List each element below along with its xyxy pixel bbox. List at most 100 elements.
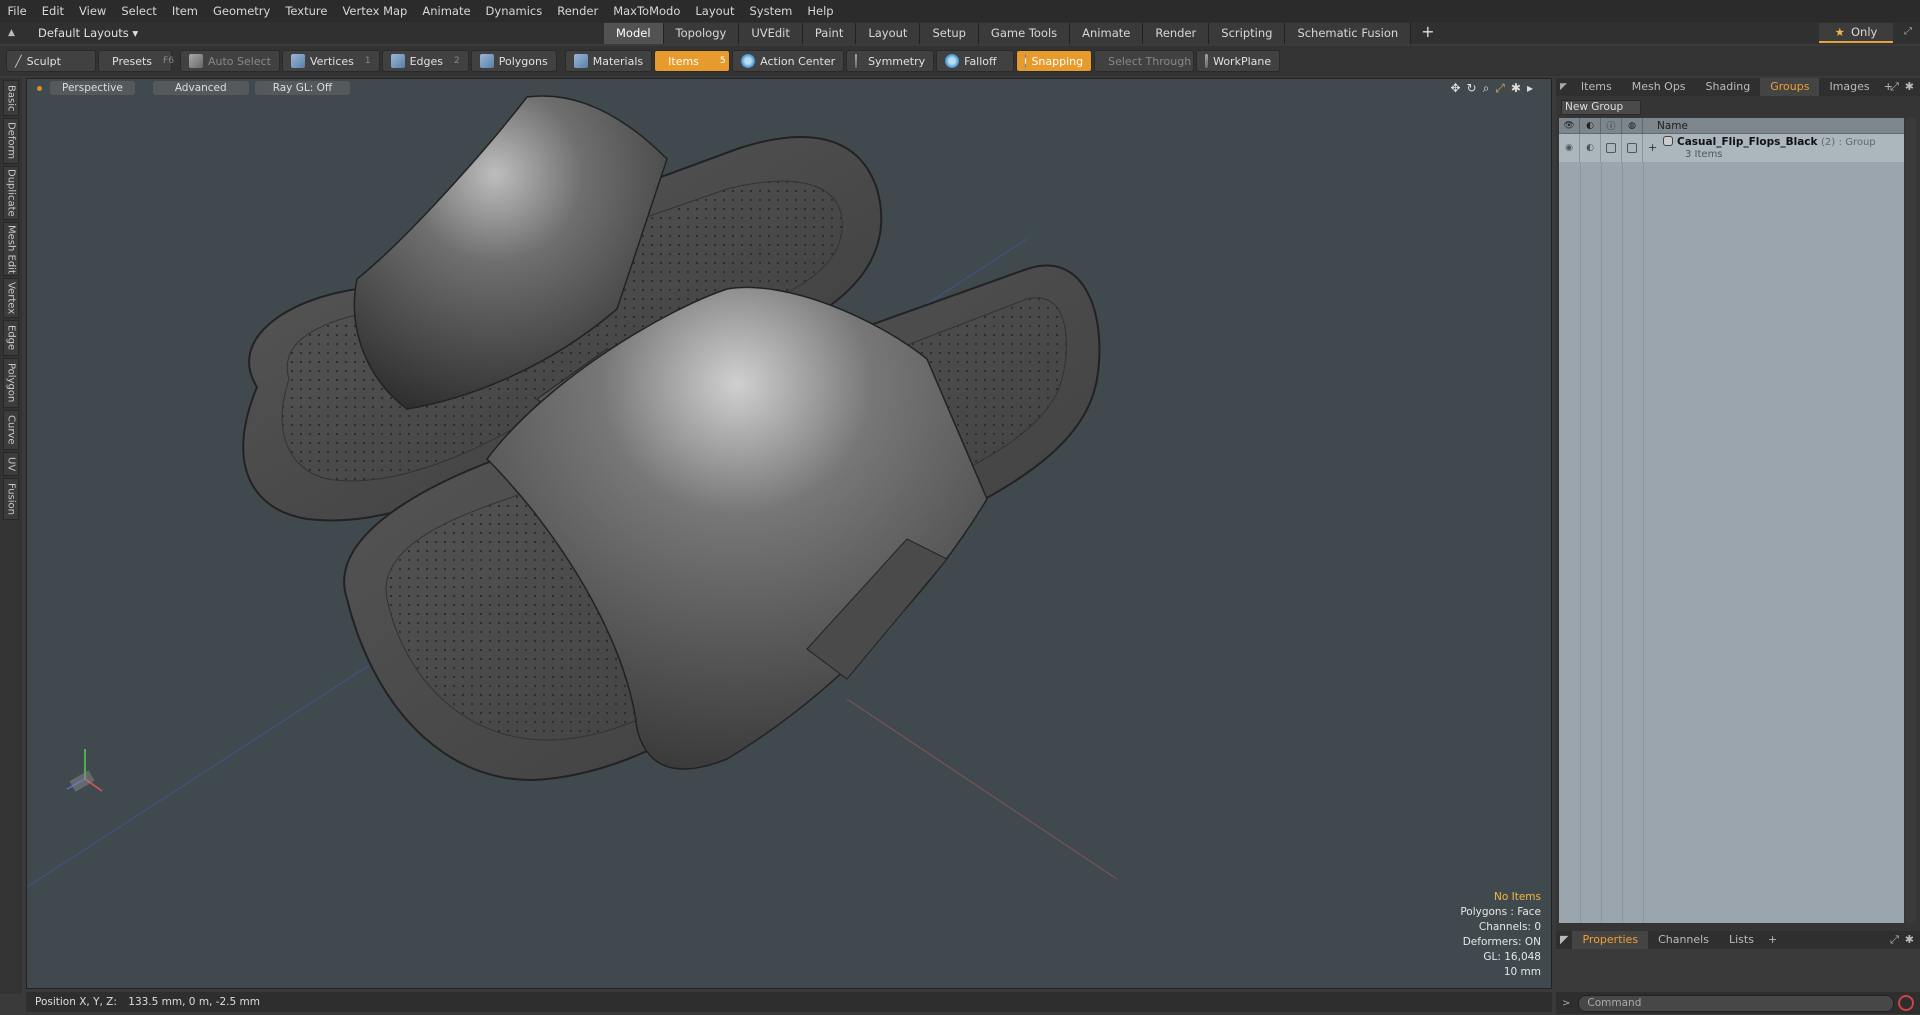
tab-render[interactable]: Render (1143, 23, 1210, 44)
menu-texture[interactable]: Texture (278, 0, 335, 22)
viewport-canvas[interactable] (27, 79, 1552, 989)
tab-mesh-ops[interactable]: Mesh Ops (1622, 78, 1696, 96)
vtab-curve[interactable]: Curve (3, 410, 19, 450)
tab-scripting[interactable]: Scripting (1209, 23, 1286, 44)
tab-topology[interactable]: Topology (663, 23, 740, 44)
command-arrow-icon[interactable]: > (1562, 998, 1570, 1009)
sculpt-button[interactable]: ╱ Sculpt (6, 50, 96, 72)
maximize-icon[interactable]: ⤢ (1495, 81, 1505, 96)
panel-gear-icon[interactable]: ✱ (1905, 80, 1914, 94)
deformers-info: Deformers: ON (1462, 936, 1541, 948)
add-tab-icon-2[interactable]: + (1764, 931, 1781, 949)
vtab-edge[interactable]: Edge (3, 320, 19, 356)
tab-channels[interactable]: Channels (1648, 931, 1719, 949)
menu-file[interactable]: File (0, 0, 34, 22)
vtab-duplicate[interactable]: Duplicate (3, 166, 19, 220)
panel-gear-icon-2[interactable]: ✱ (1905, 933, 1914, 947)
group-row[interactable]: ◉ ◐ + Casual_Flip_Flops_Black (2) : Grou… (1559, 134, 1904, 162)
expand-panel-icon[interactable]: ⤢ (1890, 80, 1899, 94)
tab-paint[interactable]: Paint (802, 23, 857, 44)
render-col-icon[interactable]: ◐ (1580, 117, 1601, 134)
tab-properties[interactable]: Properties (1572, 931, 1649, 949)
expand-panel-icon-2[interactable]: ⤢ (1890, 933, 1899, 947)
rotate-icon[interactable]: ↻ (1467, 81, 1477, 96)
vtab-deform[interactable]: Deform (3, 118, 19, 164)
menu-item[interactable]: Item (164, 0, 205, 22)
gear-icon[interactable]: ✱ (1511, 81, 1521, 96)
expand-icon[interactable]: ⤢ (1904, 26, 1912, 37)
select-through-button[interactable]: Select Through (1094, 50, 1195, 72)
tab-schematic-fusion[interactable]: Schematic Fusion (1285, 23, 1412, 44)
pan-icon[interactable]: ✥ (1450, 81, 1460, 96)
view-type-dropdown[interactable]: Perspective (50, 81, 135, 95)
tab-shading[interactable]: Shading (1696, 78, 1761, 96)
vtab-fusion[interactable]: Fusion (3, 478, 19, 520)
tab-items[interactable]: Items (1571, 78, 1622, 96)
stop-icon[interactable] (1898, 995, 1915, 1011)
panel-corner-icon[interactable]: ◤ (1556, 82, 1571, 92)
play-arrow-icon[interactable]: ▸ (1527, 81, 1533, 96)
new-group-button[interactable]: New Group (1561, 100, 1641, 115)
command-input[interactable]: Command (1578, 994, 1895, 1012)
raygl-toggle[interactable]: Ray GL: Off (254, 81, 351, 95)
visibility-col-icon[interactable]: 👁 (1559, 117, 1580, 134)
menu-animate[interactable]: Animate (415, 0, 478, 22)
vtab-basic[interactable]: Basic (3, 80, 19, 116)
polygons-button[interactable]: Polygons (470, 50, 557, 72)
workplane-button[interactable]: WorkPlane (1196, 50, 1281, 72)
menu-geometry[interactable]: Geometry (206, 0, 278, 22)
menu-view[interactable]: View (72, 0, 114, 22)
select-checkbox[interactable] (1622, 134, 1643, 162)
only-toggle[interactable]: ★ Only (1819, 23, 1893, 43)
menu-vertex-map[interactable]: Vertex Map (335, 0, 415, 22)
presets-button[interactable]: Presets F6 (98, 50, 174, 72)
3d-viewport[interactable]: Perspective Advanced Ray GL: Off ✥ ↻ ⌕ ⤢… (26, 78, 1552, 989)
tab-model[interactable]: Model (604, 23, 664, 44)
panel-corner-icon-2[interactable]: ◤ (1556, 931, 1572, 949)
menu-system[interactable]: System (742, 0, 800, 22)
vtab-mesh-edit[interactable]: Mesh Edit (3, 222, 19, 276)
render-toggle-icon[interactable]: ◐ (1580, 134, 1601, 162)
tab-animate[interactable]: Animate (1070, 23, 1144, 44)
items-button[interactable]: Items 5 (654, 50, 731, 72)
action-center-button[interactable]: Action Center (732, 50, 845, 72)
lock-checkbox[interactable] (1601, 134, 1622, 162)
eye-icon[interactable]: ◉ (1559, 134, 1580, 162)
viewport-menu-dot[interactable] (37, 85, 42, 91)
tab-uvedit[interactable]: UVEdit (739, 23, 803, 44)
edges-button[interactable]: Edges 2 (381, 50, 469, 72)
zoom-icon[interactable]: ⌕ (1483, 81, 1490, 96)
auto-select-button[interactable]: Auto Select (180, 50, 280, 72)
menu-dynamics[interactable]: Dynamics (478, 0, 550, 22)
add-tab-icon[interactable]: + (1411, 22, 1444, 44)
vertices-button[interactable]: Vertices 1 (281, 50, 380, 72)
tab-groups[interactable]: Groups (1760, 78, 1820, 96)
vtab-polygon[interactable]: Polygon (3, 358, 19, 408)
menu-maxtomodo[interactable]: MaxToModo (606, 0, 688, 22)
select-col-icon[interactable]: ◍ (1622, 117, 1643, 134)
menu-render[interactable]: Render (550, 0, 606, 22)
tab-images[interactable]: Images (1819, 78, 1879, 96)
symmetry-button[interactable]: Symmetry (846, 50, 935, 72)
lock-col-icon[interactable]: ⓘ (1601, 117, 1622, 134)
tab-lists[interactable]: Lists (1719, 931, 1764, 949)
tab-game-tools[interactable]: Game Tools (978, 23, 1071, 44)
tab-setup[interactable]: Setup (920, 23, 979, 44)
menu-help[interactable]: Help (800, 0, 841, 22)
group-count: (2) (1820, 137, 1836, 148)
menu-edit[interactable]: Edit (34, 0, 71, 22)
shading-dropdown[interactable]: Advanced (152, 81, 249, 95)
falloff-button[interactable]: Falloff (936, 50, 1015, 72)
menu-select[interactable]: Select (114, 0, 164, 22)
vtab-uv[interactable]: UV (3, 452, 19, 476)
tab-layout[interactable]: Layout (856, 23, 921, 44)
layout-dropdown[interactable]: Default Layouts ▾ (38, 26, 138, 40)
snapping-button[interactable]: Snapping (1016, 50, 1093, 72)
menu-layout[interactable]: Layout (688, 0, 742, 22)
materials-button[interactable]: Materials (564, 50, 653, 72)
vtab-vertex[interactable]: Vertex (3, 278, 19, 318)
collapse-up-icon[interactable]: ▲ (8, 28, 24, 38)
expand-plus-icon[interactable]: + (1648, 142, 1657, 154)
panel-scrollbar[interactable] (1906, 118, 1916, 923)
name-column-header[interactable]: Name (1643, 120, 1688, 132)
